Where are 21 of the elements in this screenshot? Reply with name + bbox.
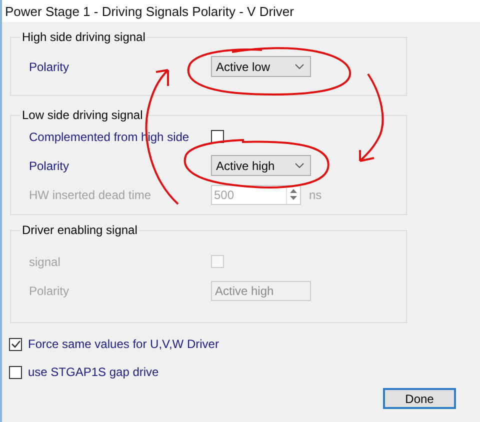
group-title: High side driving signal bbox=[21, 30, 146, 44]
spin-up-icon bbox=[290, 189, 297, 193]
field-label: signal bbox=[29, 254, 62, 268]
checkbox-label: Force same values for U,V,W Driver bbox=[28, 337, 219, 351]
unit-label: ns bbox=[309, 188, 322, 202]
chevron-down-icon bbox=[295, 64, 304, 69]
field-label: HW inserted dead time bbox=[29, 188, 152, 202]
field-label: Polarity bbox=[29, 60, 70, 74]
group-title: Low side driving signal bbox=[21, 108, 144, 122]
group-title: Driver enabling signal bbox=[21, 223, 138, 237]
done-button[interactable]: Done bbox=[383, 388, 456, 409]
field-label: Polarity bbox=[29, 284, 70, 298]
checkbox-label: use STGAP1S gap drive bbox=[28, 365, 159, 379]
dropdown[interactable]: Active high bbox=[211, 155, 311, 176]
checkbox[interactable] bbox=[9, 366, 22, 378]
spin-down-icon bbox=[290, 196, 297, 200]
dropdown[interactable]: Active low bbox=[211, 56, 311, 77]
window-title: Power Stage 1 - Driving Signals Polarity - V Driver bbox=[5, 4, 294, 18]
checkbox[interactable] bbox=[9, 338, 22, 350]
field-label: Polarity bbox=[29, 158, 70, 172]
chevron-down-icon bbox=[295, 163, 304, 168]
